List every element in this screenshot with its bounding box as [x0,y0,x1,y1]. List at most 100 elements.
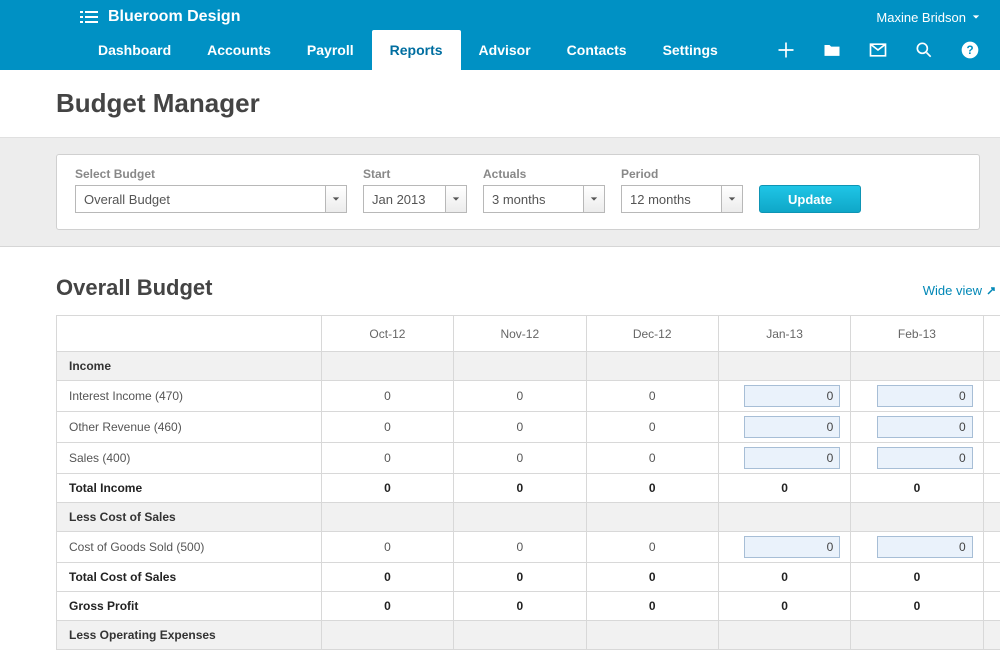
budget-cell: 0 [586,412,718,443]
budget-cell [983,381,1000,412]
budget-cell-input[interactable] [744,536,840,558]
report-content: Overall Budget Wide view Oct-12Nov-12Dec… [0,247,1000,650]
empty-cell [586,621,718,650]
empty-cell [983,503,1000,532]
search-icon[interactable] [914,40,934,60]
table-row: Total Income000000 [57,474,1000,503]
budget-cell: 0 [454,532,586,563]
table-row: Income [57,352,1000,381]
table-row: Total Cost of Sales000000 [57,563,1000,592]
select-actuals[interactable] [483,185,605,213]
budget-cell: 0 [586,532,718,563]
budget-cell-input[interactable] [744,447,840,469]
select-budget-input[interactable] [75,185,325,213]
select-start-toggle[interactable] [445,185,467,213]
budget-cell: 0 [321,592,453,621]
table-header-account [57,316,322,352]
filter-actuals-label: Actuals [483,167,605,181]
wide-view-label: Wide view [923,283,982,298]
nav-tab-accounts[interactable]: Accounts [189,30,289,70]
row-label: Less Cost of Sales [57,503,322,532]
filter-start-label: Start [363,167,467,181]
empty-cell [454,503,586,532]
wide-view-link[interactable]: Wide view [923,283,996,298]
add-icon[interactable] [776,40,796,60]
budget-cell: 0 [321,474,453,503]
budget-cell-input[interactable] [877,385,973,407]
chevron-down-icon [728,195,736,203]
budget-cell: 0 [851,592,983,621]
budget-cell: 0 [851,474,983,503]
select-actuals-input[interactable] [483,185,583,213]
filter-actuals: Actuals [483,167,605,213]
filter-bar-container: Select Budget Start Actuals Period [0,138,1000,247]
select-actuals-toggle[interactable] [583,185,605,213]
budget-cell: 0 [454,443,586,474]
budget-cell: 0 [321,381,453,412]
row-label: Other Revenue (460) [57,412,322,443]
filter-period-label: Period [621,167,743,181]
expand-icon [986,286,996,296]
budget-cell: 0 [454,412,586,443]
page-title-bar: Budget Manager [0,70,1000,138]
empty-cell [718,621,850,650]
table-header-month: Nov-12 [454,316,586,352]
table-header-month: Jan-13 [718,316,850,352]
empty-cell [586,352,718,381]
table-row: Other Revenue (460)000 [57,412,1000,443]
nav-tab-contacts[interactable]: Contacts [549,30,645,70]
empty-cell [851,621,983,650]
budget-cell-input[interactable] [744,416,840,438]
budget-cell: 0 [321,412,453,443]
table-header-month: Dec-12 [586,316,718,352]
select-budget-toggle[interactable] [325,185,347,213]
select-period-input[interactable] [621,185,721,213]
nav-tab-payroll[interactable]: Payroll [289,30,372,70]
empty-cell [321,621,453,650]
select-period-toggle[interactable] [721,185,743,213]
budget-cell: 0 [718,563,850,592]
table-header-month: Feb-13 [851,316,983,352]
user-menu[interactable]: Maxine Bridson [876,10,980,25]
filter-bar: Select Budget Start Actuals Period [56,154,980,230]
select-start-input[interactable] [363,185,445,213]
budget-cell-input[interactable] [877,536,973,558]
nav-tab-advisor[interactable]: Advisor [461,30,549,70]
budget-title: Overall Budget [56,275,923,301]
nav-tab-settings[interactable]: Settings [645,30,736,70]
chevron-down-icon [590,195,598,203]
table-row: Less Cost of Sales [57,503,1000,532]
budget-cell: 0 [586,563,718,592]
table-row: Less Operating Expenses [57,621,1000,650]
budget-cell [851,532,983,563]
nav-tab-dashboard[interactable]: Dashboard [80,30,189,70]
select-start[interactable] [363,185,467,213]
mail-icon[interactable] [868,40,888,60]
budget-cell [983,443,1000,474]
select-budget[interactable] [75,185,347,213]
budget-cell-input[interactable] [877,416,973,438]
select-period[interactable] [621,185,743,213]
budget-cell: 0 [983,474,1000,503]
budget-cell: 0 [321,563,453,592]
page-title: Budget Manager [56,88,980,119]
filter-start: Start [363,167,467,213]
help-icon[interactable]: ? [960,40,980,60]
budget-table-scroll[interactable]: Oct-12Nov-12Dec-12Jan-13Feb-13Mar-13 Inc… [56,315,1000,650]
empty-cell [454,352,586,381]
row-label: Sales (400) [57,443,322,474]
budget-cell [851,412,983,443]
empty-cell [321,352,453,381]
budget-cell: 0 [983,592,1000,621]
budget-cell-input[interactable] [877,447,973,469]
files-icon[interactable] [822,40,842,60]
empty-cell [586,503,718,532]
update-button[interactable]: Update [759,185,861,213]
table-row: Cost of Goods Sold (500)000 [57,532,1000,563]
nav-tab-reports[interactable]: Reports [372,30,461,70]
table-header-month: Mar-13 [983,316,1000,352]
svg-text:?: ? [966,44,973,57]
org-switcher[interactable]: Blueroom Design [80,8,876,26]
budget-cell-input[interactable] [744,385,840,407]
table-header-month: Oct-12 [321,316,453,352]
